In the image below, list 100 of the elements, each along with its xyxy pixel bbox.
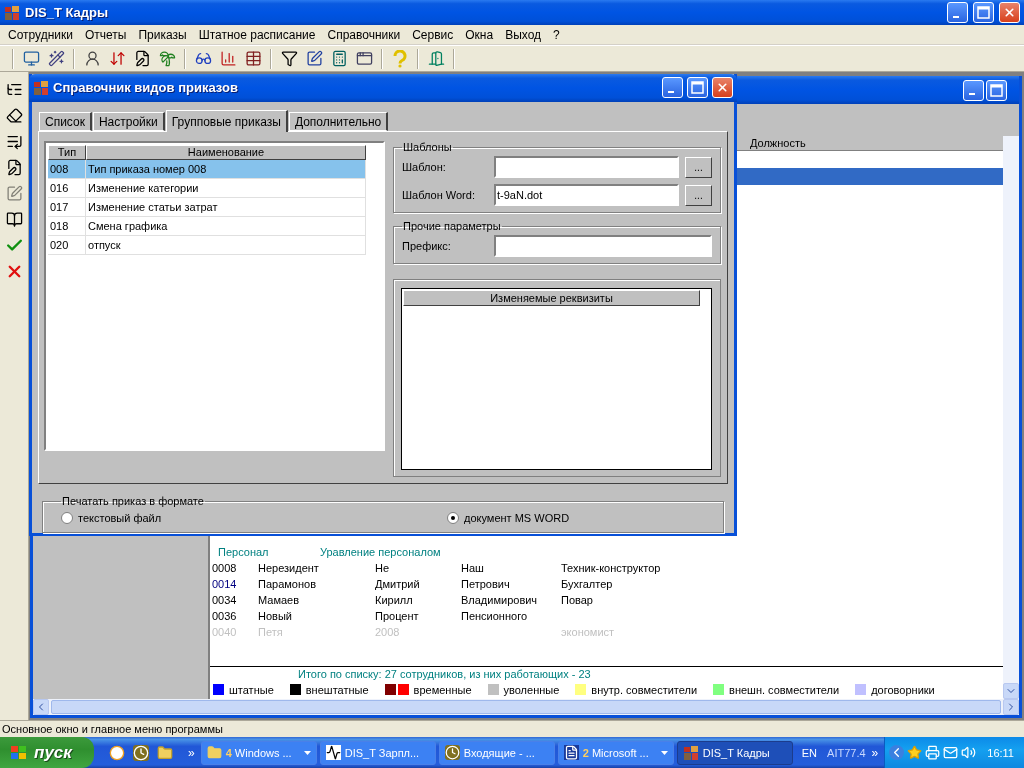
clock-icon [444, 745, 460, 760]
start-button[interactable]: пуск [0, 737, 94, 768]
taskbar-button[interactable]: DIS_T Кадры [676, 740, 793, 765]
menu-item[interactable]: Приказы [132, 27, 193, 42]
minimize-icon [968, 93, 976, 95]
table-cell: 2008 [375, 626, 400, 638]
close-icon [1003, 6, 1016, 19]
vertical-scrollbar[interactable] [1003, 136, 1019, 699]
legend-label: внутр. совместители [591, 683, 698, 696]
close-button[interactable] [999, 2, 1020, 23]
column-header[interactable]: Тип [48, 145, 86, 161]
legend-label: временные [413, 683, 472, 696]
table-cell: Дмитрий [375, 578, 420, 590]
code-cell: 0036 [212, 610, 237, 622]
group-title: Шаблоны [402, 141, 453, 154]
app-icon [4, 4, 20, 21]
tab[interactable]: Дополнительно [288, 112, 389, 132]
menu-item[interactable]: ? [547, 27, 566, 42]
expand-tray-icon[interactable] [889, 745, 905, 760]
menu-item[interactable]: Отчеты [79, 27, 133, 42]
menu-item[interactable]: Окна [459, 27, 500, 42]
volume-icon[interactable] [961, 745, 977, 760]
code-cell: 0008 [212, 562, 237, 574]
star-icon[interactable] [907, 745, 923, 760]
table-cell: Пенсионного [461, 610, 528, 622]
scroll-thumb[interactable] [51, 700, 1001, 714]
radio-button[interactable] [61, 511, 73, 524]
column-header[interactable]: Изменяемые реквизиты [403, 290, 700, 307]
table-cell: Не [375, 562, 390, 574]
minimize-button[interactable] [947, 2, 968, 23]
mail-icon[interactable] [943, 745, 959, 760]
table-cell: Петя [258, 626, 283, 638]
code-cell: 0014 [212, 578, 237, 590]
document-icon [563, 745, 579, 760]
browse-button[interactable]: ... [685, 156, 712, 178]
input-field[interactable] [494, 156, 679, 179]
field-label: Шаблон Word: [402, 189, 476, 202]
input-field[interactable] [494, 235, 712, 258]
tab[interactable]: Групповые приказы [165, 110, 288, 133]
table-cell: Мамаев [258, 594, 300, 606]
app-icon [33, 79, 49, 96]
media-player-icon[interactable] [108, 743, 126, 762]
minimize-icon [667, 90, 675, 93]
window-title: DIS_T Кадры [25, 5, 109, 20]
table-cell: Нерезидент [258, 562, 319, 574]
minimize-button[interactable] [963, 79, 984, 101]
table-cell: Повар [561, 594, 593, 606]
minimize-icon [952, 15, 960, 18]
legend-label: уволенные [503, 683, 560, 696]
browse-button[interactable]: ... [685, 184, 712, 206]
code-cell: 0034 [212, 594, 237, 606]
menu-item[interactable]: Справочники [321, 27, 407, 42]
group-title: Прочие параметры [402, 220, 502, 233]
taskbar-button[interactable]: Входящие - ... [438, 740, 555, 765]
printer-icon[interactable] [925, 745, 941, 760]
tab[interactable]: Настройки [92, 112, 165, 132]
table-cell: Кирилл [375, 594, 413, 606]
department-label: Уравление персоналом [320, 545, 441, 558]
taskbar-button[interactable]: 2 Microsoft ... [557, 740, 674, 765]
table-cell: Петрович [461, 578, 510, 590]
column-header[interactable]: Наименование [86, 145, 366, 161]
horizontal-scrollbar[interactable] [33, 699, 1019, 715]
app-icon [682, 744, 699, 761]
tab[interactable]: Список [39, 112, 92, 132]
menu-item[interactable]: Сотрудники [2, 27, 79, 42]
menu-item[interactable]: Штатное расписание [192, 27, 322, 42]
taskbar-button[interactable]: DIS_T Зарпл... [319, 740, 436, 765]
folder-icon[interactable] [156, 743, 174, 762]
overflow-chevron[interactable]: » [871, 745, 879, 760]
toolbar-label: AIT77.4 [827, 746, 866, 759]
language-indicator[interactable]: EN [801, 746, 818, 759]
menu-item[interactable]: Выход [499, 27, 548, 42]
overflow-chevron[interactable]: » [188, 745, 195, 760]
minimize-button[interactable] [662, 77, 683, 99]
clock: 16:11 [987, 746, 1014, 759]
legend-label: договорники [871, 683, 935, 696]
folder-icon [206, 745, 222, 760]
table-cell: Бухгалтер [561, 578, 613, 590]
radio-button[interactable] [447, 511, 459, 524]
legend-label: внешн. совместители [729, 683, 840, 696]
maximize-button[interactable] [986, 79, 1007, 101]
menu-item[interactable]: Сервис [406, 27, 460, 42]
option-label: документ MS WORD [464, 511, 570, 524]
close-button[interactable] [712, 77, 733, 99]
clock-icon[interactable] [132, 743, 150, 762]
option-label: текстовый файл [78, 511, 162, 524]
field-label: Шаблон: [402, 161, 447, 174]
summary-text: Итого по списку: 27 сотрудников, из них работающих - 23 [297, 667, 592, 682]
input-field[interactable]: t-9aN.dot [494, 184, 679, 207]
chart-icon [325, 745, 341, 760]
taskbar-button[interactable]: 4 Windows ... [200, 740, 317, 765]
windows-logo-icon [10, 744, 28, 761]
maximize-button[interactable] [687, 77, 708, 99]
field-label: Префикс: [402, 240, 452, 253]
table-cell: Новый [258, 610, 292, 622]
maximize-icon [977, 6, 990, 19]
maximize-button[interactable] [973, 2, 994, 23]
group-title: Печатать приказ в формате [61, 495, 205, 508]
close-icon [716, 81, 729, 95]
maximize-icon [990, 83, 1003, 97]
